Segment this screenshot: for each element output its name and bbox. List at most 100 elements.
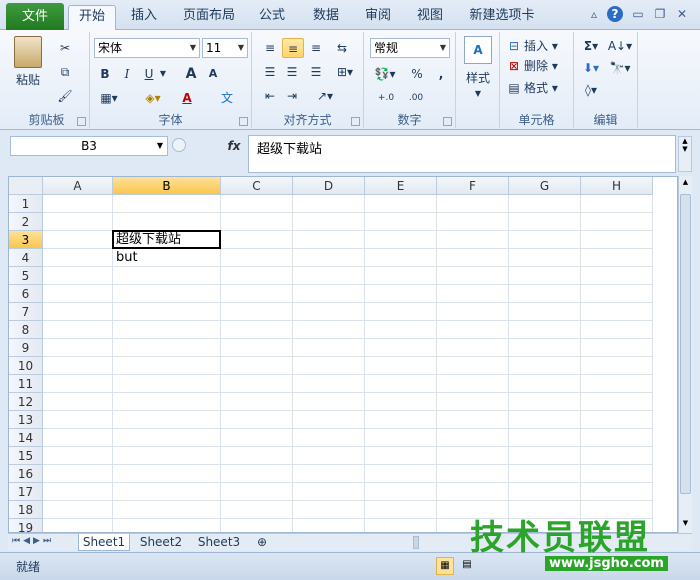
insert-function-icon[interactable]: fx (220, 136, 248, 156)
bold-button[interactable]: B (96, 64, 114, 84)
scroll-up-icon[interactable]: ▲ (680, 178, 691, 190)
row-header-10[interactable]: 10 (9, 357, 43, 375)
tab-home[interactable]: 开始 (68, 5, 116, 31)
font-size-select[interactable]: 11 ▼ (202, 38, 248, 58)
vertical-scrollbar[interactable]: ▲ ▼ (678, 176, 692, 533)
cancel-entry-icon[interactable] (172, 138, 186, 152)
percent-button[interactable]: % (408, 64, 426, 84)
align-top-icon[interactable]: ≡ (260, 38, 280, 58)
sheet-tab-2[interactable]: Sheet2 (134, 534, 188, 551)
row-header-3[interactable]: 3 (9, 231, 43, 249)
row-header-5[interactable]: 5 (9, 267, 43, 285)
format-painter-icon[interactable]: 🖌 (54, 86, 76, 106)
align-right-icon[interactable]: ☰ (306, 62, 326, 82)
styles-icon[interactable]: A (464, 36, 492, 64)
select-all-corner[interactable] (9, 177, 43, 195)
column-header-d[interactable]: D (293, 177, 365, 195)
font-name-select[interactable]: 宋体 ▼ (94, 38, 200, 58)
row-header-8[interactable]: 8 (9, 321, 43, 339)
tab-view[interactable]: 视图 (410, 5, 450, 30)
autosum-button[interactable]: Σ▾ (578, 36, 604, 56)
column-header-f[interactable]: F (437, 177, 509, 195)
row-header-18[interactable]: 18 (9, 501, 43, 519)
font-launcher-icon[interactable] (239, 117, 248, 126)
find-select-icon[interactable]: 🔭▾ (606, 58, 634, 78)
paste-button[interactable]: 粘贴 (10, 70, 46, 90)
help-icon[interactable]: ? (607, 6, 623, 22)
tab-formulas[interactable]: 公式 (252, 5, 292, 30)
insert-cells-icon[interactable]: ⊟ (506, 36, 522, 56)
column-header-h[interactable]: H (581, 177, 653, 195)
italic-button[interactable]: I (118, 64, 136, 84)
sheet-tab-3[interactable]: Sheet3 (192, 534, 246, 551)
sheet-nav-icon[interactable]: ⏮◀▶⏭ (12, 536, 76, 546)
row-header-12[interactable]: 12 (9, 393, 43, 411)
row-header-6[interactable]: 6 (9, 285, 43, 303)
grow-font-button[interactable]: A (182, 64, 200, 84)
row-header-1[interactable]: 1 (9, 195, 43, 213)
collapse-ribbon-icon[interactable]: ▵ (586, 6, 602, 22)
decrease-decimal-button[interactable]: .00 (402, 88, 430, 108)
row-header-9[interactable]: 9 (9, 339, 43, 357)
tab-file[interactable]: 文件 (6, 3, 64, 30)
align-bottom-icon[interactable]: ≡ (306, 38, 326, 58)
tab-new[interactable]: 新建选项卡 (462, 5, 542, 30)
align-launcher-icon[interactable] (351, 117, 360, 126)
row-header-13[interactable]: 13 (9, 411, 43, 429)
number-launcher-icon[interactable] (443, 117, 452, 126)
insert-cells-button[interactable]: 插入 ▾ (524, 36, 570, 56)
column-header-a[interactable]: A (43, 177, 113, 195)
clipboard-launcher-icon[interactable] (77, 117, 86, 126)
close-icon[interactable]: ✕ (674, 6, 690, 22)
font-color-button[interactable]: A (174, 88, 200, 108)
decrease-indent-icon[interactable]: ⇤ (260, 86, 280, 106)
tab-insert[interactable]: 插入 (124, 5, 164, 30)
column-header-g[interactable]: G (509, 177, 581, 195)
sort-filter-icon[interactable]: A↓▾ (606, 36, 634, 56)
normal-view-icon[interactable]: ▦ (436, 557, 454, 575)
cut-icon[interactable]: ✂ (54, 38, 76, 58)
column-header-c[interactable]: C (221, 177, 293, 195)
restore-icon[interactable]: ❐ (652, 6, 668, 22)
worksheet-grid[interactable]: A B C D E F G H 1 2 3 4 5 6 7 8 9 10 11 12 13 14 15 16 17 18 19 超级下… (8, 176, 678, 533)
underline-button[interactable]: U (140, 64, 158, 84)
row-header-15[interactable]: 15 (9, 447, 43, 465)
orientation-icon[interactable]: ↗▾ (312, 86, 338, 106)
cell-b4[interactable]: but (113, 249, 138, 267)
row-header-11[interactable]: 11 (9, 375, 43, 393)
delete-cells-button[interactable]: 删除 ▾ (524, 56, 570, 76)
align-left-icon[interactable]: ☰ (260, 62, 280, 82)
increase-decimal-button[interactable]: +.0 (372, 88, 400, 108)
tab-split-handle[interactable] (413, 536, 419, 549)
row-header-19[interactable]: 19 (9, 519, 43, 532)
fill-icon[interactable]: ⬇▾ (578, 58, 604, 78)
row-header-2[interactable]: 2 (9, 213, 43, 231)
row-header-16[interactable]: 16 (9, 465, 43, 483)
scroll-down-icon[interactable]: ▼ (680, 519, 691, 531)
insert-sheet-icon[interactable]: ⊕ (250, 534, 274, 551)
merge-center-icon[interactable]: ⊞▾ (332, 62, 358, 82)
currency-icon[interactable]: 💱▾ (372, 64, 398, 84)
row-header-14[interactable]: 14 (9, 429, 43, 447)
format-cells-icon[interactable]: ▤ (506, 78, 522, 98)
clear-icon[interactable]: ◊▾ (578, 80, 604, 100)
styles-dropdown-icon[interactable]: ▼ (468, 84, 488, 104)
border-icon[interactable]: ▦▾ (96, 88, 122, 108)
align-center-icon[interactable]: ☰ (282, 62, 302, 82)
phonetic-button[interactable]: 文 (216, 88, 238, 108)
tab-page-layout[interactable]: 页面布局 (176, 5, 242, 30)
row-header-7[interactable]: 7 (9, 303, 43, 321)
formula-expand-icon[interactable]: ▲ ▼ (678, 136, 692, 172)
paste-icon[interactable] (14, 36, 42, 68)
increase-indent-icon[interactable]: ⇥ (282, 86, 302, 106)
copy-icon[interactable]: ⧉ (54, 62, 76, 82)
name-box[interactable]: B3 ▼ (10, 136, 168, 156)
sheet-tab-1[interactable]: Sheet1 (78, 534, 130, 551)
wrap-text-icon[interactable]: ⇆ (332, 38, 352, 58)
column-header-e[interactable]: E (365, 177, 437, 195)
align-middle-icon[interactable]: ≡ (282, 38, 304, 58)
number-format-select[interactable]: 常规 ▼ (370, 38, 450, 58)
tab-review[interactable]: 审阅 (358, 5, 398, 30)
comma-button[interactable]: , (432, 64, 450, 84)
row-header-17[interactable]: 17 (9, 483, 43, 501)
